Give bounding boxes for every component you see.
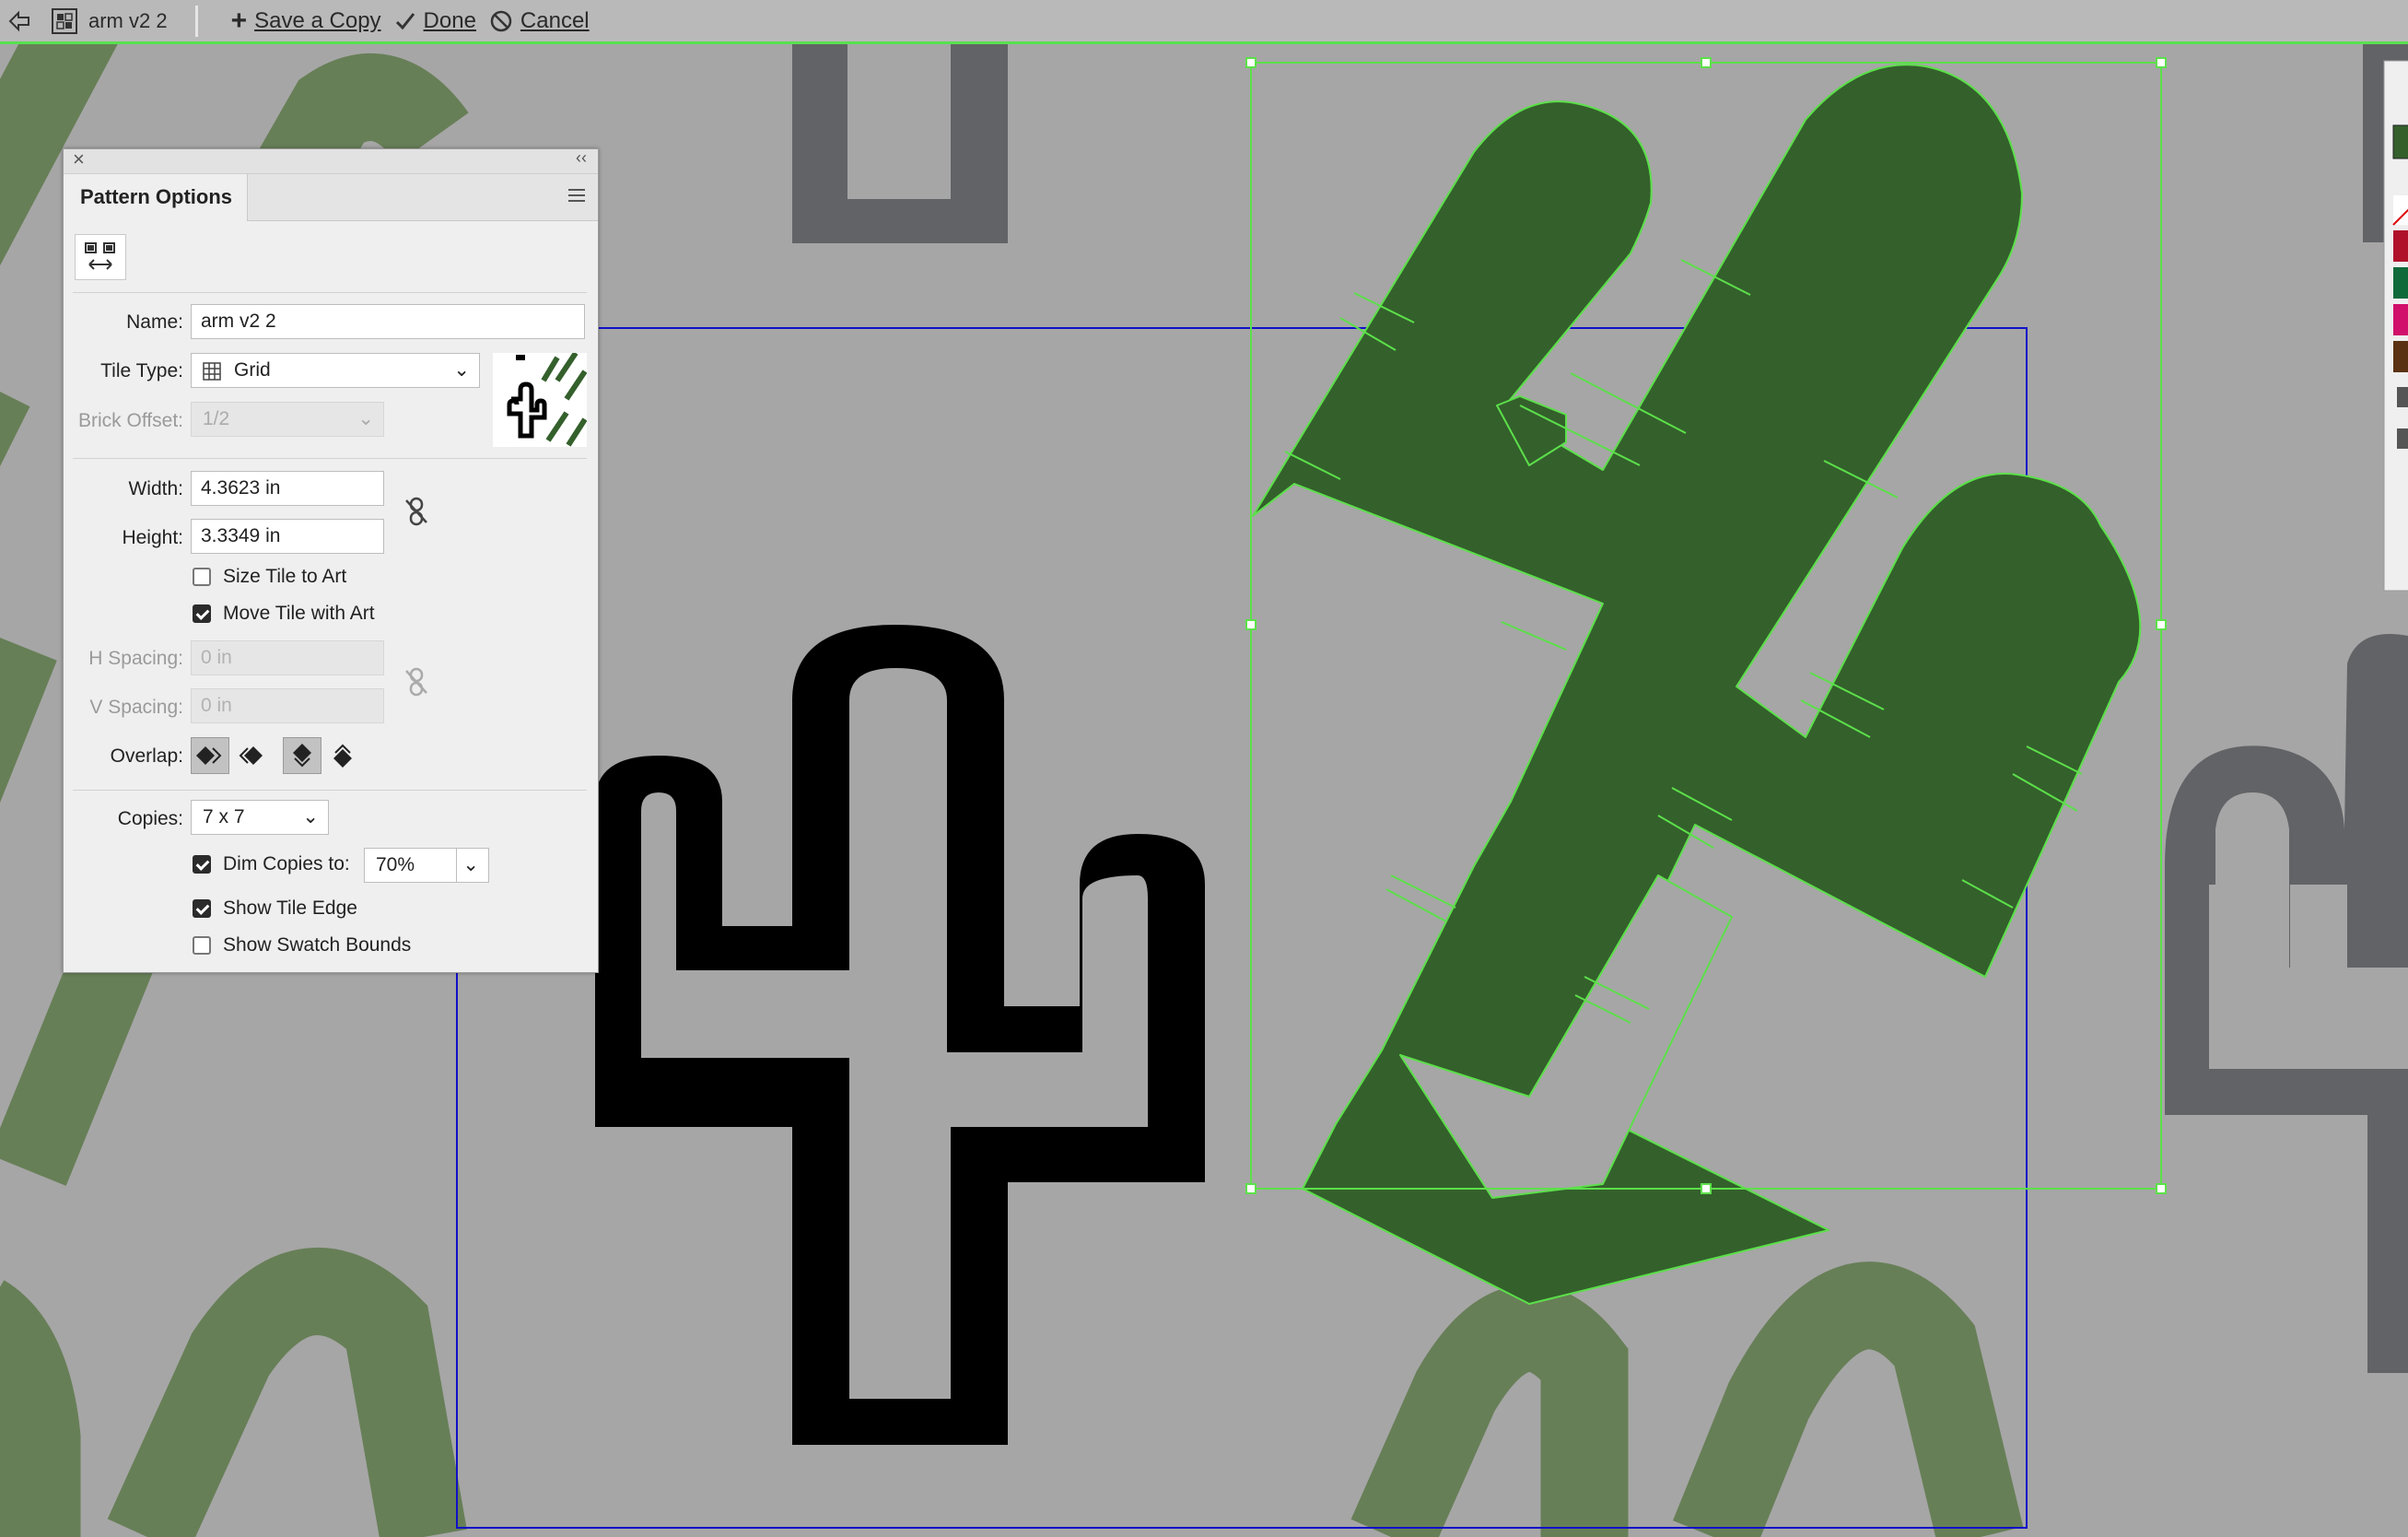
toolbar-divider — [194, 5, 198, 37]
cactus-outline-art — [595, 625, 1205, 1445]
brick-offset-select: 1/2 ⌄ — [191, 402, 384, 437]
v-spacing-label: V Spacing: — [89, 697, 183, 718]
show-swatch-bounds-checkbox[interactable] — [193, 936, 211, 955]
overlap-top-in-front-button[interactable] — [283, 737, 321, 774]
cancel-button[interactable]: Cancel — [520, 8, 590, 34]
overlap-bottom-icon — [333, 744, 352, 768]
size-tile-to-art-label: Size Tile to Art — [223, 566, 347, 587]
tab-pattern-options[interactable]: Pattern Options — [64, 174, 248, 221]
dim-copies-divider — [456, 849, 457, 882]
brick-offset-label: Brick Offset: — [78, 410, 183, 431]
overlap-right-in-front-button[interactable] — [231, 737, 270, 774]
dim-copies-label: Dim Copies to: — [223, 853, 350, 874]
selected-pattern-art[interactable] — [1252, 64, 2142, 1305]
close-icon[interactable]: × — [73, 147, 85, 171]
chevron-down-icon[interactable]: ⌄ — [462, 849, 479, 882]
collapse-icon[interactable]: ‹‹ — [576, 148, 587, 168]
width-label: Width: — [128, 478, 183, 499]
brick-offset-value: 1/2 — [203, 408, 230, 429]
overlap-left-icon — [196, 746, 222, 765]
show-swatch-bounds-label: Show Swatch Bounds — [223, 934, 412, 956]
gray-copy-right — [2165, 634, 2408, 1373]
checkmark-icon — [394, 10, 416, 32]
width-field[interactable]: 4.3623 in — [191, 471, 384, 506]
move-tile-with-art-checkbox[interactable] — [193, 604, 211, 623]
overlap-bottom-in-front-button[interactable] — [323, 737, 362, 774]
pattern-edit-bar: arm v2 2 + Save a Copy Done Cancel — [0, 0, 2408, 44]
done-button[interactable]: Done — [424, 8, 476, 34]
cancel-icon — [489, 9, 513, 33]
size-tile-to-art-checkbox[interactable] — [193, 568, 211, 586]
h-spacing-label: H Spacing: — [88, 648, 183, 669]
dim-copies-checkbox[interactable] — [193, 855, 211, 874]
swatches-panel-stub[interactable] — [2383, 60, 2408, 592]
save-a-copy-button[interactable]: Save a Copy — [254, 8, 380, 34]
plus-icon: + — [230, 5, 248, 36]
panel-titlebar[interactable]: × ‹‹ — [64, 147, 598, 174]
spacing-link-icon — [403, 665, 430, 704]
overlap-label: Overlap: — [110, 745, 183, 767]
tile-type-label: Tile Type: — [100, 360, 183, 381]
chevron-down-icon: ⌄ — [357, 408, 374, 429]
back-arrow-icon[interactable] — [6, 9, 33, 33]
height-field[interactable]: 3.3349 in — [191, 519, 384, 554]
grid-icon — [203, 362, 221, 381]
overlap-right-icon — [239, 746, 263, 765]
tile-type-select[interactable]: Grid ⌄ — [191, 353, 480, 388]
separator — [73, 790, 587, 791]
tile-type-value: Grid — [234, 359, 271, 381]
copies-select[interactable]: 7 x 7 ⌄ — [191, 800, 329, 835]
separator — [73, 458, 587, 459]
overlap-top-icon — [293, 744, 311, 768]
copies-value: 7 x 7 — [203, 806, 245, 827]
height-label: Height: — [122, 527, 183, 548]
chevron-down-icon: ⌄ — [453, 359, 470, 381]
dimmed-copy-left-bottom — [0, 1248, 467, 1537]
pattern-swatch-icon — [52, 7, 77, 34]
dim-copies-value: 70% — [376, 854, 415, 875]
tile-preview — [493, 353, 587, 447]
show-tile-edge-label: Show Tile Edge — [223, 898, 357, 919]
dim-copies-select[interactable]: 70% ⌄ — [364, 848, 489, 883]
document-name: arm v2 2 — [88, 8, 168, 32]
unlink-proportions-icon[interactable] — [403, 495, 430, 534]
chevron-down-icon: ⌄ — [302, 806, 319, 827]
separator — [73, 292, 587, 293]
overlap-left-in-front-button[interactable] — [191, 737, 229, 774]
name-field[interactable]: arm v2 2 — [191, 304, 585, 339]
v-spacing-field: 0 in — [191, 688, 384, 723]
pattern-tile-tool-button[interactable] — [75, 234, 126, 280]
pattern-tile-tool-icon — [85, 242, 115, 270]
show-tile-edge-checkbox[interactable] — [193, 899, 211, 918]
pattern-options-panel: × ‹‹ Pattern Options Name: arm v2 2 Tile… — [63, 147, 599, 973]
panel-tab-row: Pattern Options — [64, 174, 598, 221]
copies-label: Copies: — [117, 808, 183, 829]
move-tile-with-art-label: Move Tile with Art — [223, 603, 375, 624]
h-spacing-field: 0 in — [191, 640, 384, 675]
dimmed-copy-bottom — [1350, 1261, 2024, 1537]
name-label: Name: — [126, 311, 183, 333]
panel-menu-icon[interactable] — [567, 187, 587, 209]
